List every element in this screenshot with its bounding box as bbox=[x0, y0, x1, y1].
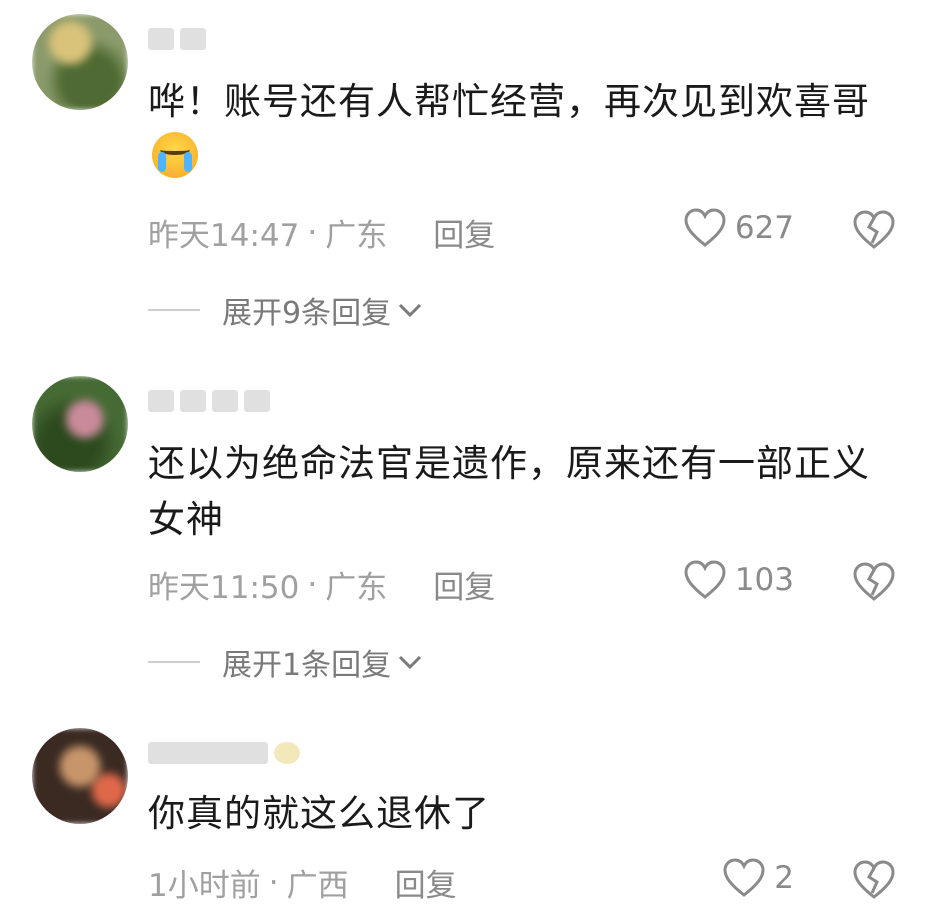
separator: · bbox=[307, 566, 318, 603]
like-count: 627 bbox=[734, 210, 794, 246]
divider-line bbox=[148, 661, 200, 663]
comment-meta: 昨天11:50 · 广东 回复 bbox=[148, 562, 495, 607]
comment-time: 昨天11:50 bbox=[148, 570, 300, 606]
reply-button[interactable]: 回复 bbox=[433, 562, 495, 607]
heart-outline-icon bbox=[723, 858, 765, 897]
crying-emoji-icon bbox=[152, 132, 198, 178]
comment-text: 还以为绝命法官是遗作，原来还有一部正义女神 bbox=[148, 442, 870, 541]
broken-heart-icon[interactable] bbox=[852, 210, 896, 250]
heart-outline-icon bbox=[684, 208, 726, 247]
chevron-down-icon bbox=[399, 303, 422, 318]
reply-button[interactable]: 回复 bbox=[395, 860, 457, 905]
comment-location: 广东 bbox=[325, 570, 388, 606]
heart-outline-icon bbox=[684, 560, 726, 599]
broken-heart-icon[interactable] bbox=[852, 860, 896, 900]
comment-text-content: 哗！账号还有人帮忙经营，再次见到欢喜哥 bbox=[148, 80, 870, 123]
expand-replies-label: 展开1条回复 bbox=[222, 648, 392, 683]
expand-replies-button[interactable]: 展开9条回复 bbox=[148, 288, 423, 332]
comment-location: 广东 bbox=[325, 218, 388, 254]
divider-line bbox=[148, 309, 200, 311]
username-blurred[interactable] bbox=[148, 22, 206, 56]
username-blurred[interactable] bbox=[148, 384, 270, 418]
comment-time: 昨天14:47 bbox=[148, 218, 300, 254]
expand-replies-button[interactable]: 展开1条回复 bbox=[148, 640, 423, 684]
expand-replies-label: 展开9条回复 bbox=[222, 296, 392, 331]
avatar[interactable] bbox=[32, 376, 128, 472]
like-count: 103 bbox=[734, 562, 794, 598]
comment-text: 哗！账号还有人帮忙经营，再次见到欢喜哥 bbox=[148, 74, 888, 186]
like-button[interactable]: 627 bbox=[683, 208, 794, 248]
avatar[interactable] bbox=[32, 728, 128, 824]
separator: · bbox=[307, 214, 318, 251]
comment-text: 你真的就这么退休了 bbox=[148, 792, 490, 835]
like-button[interactable]: 103 bbox=[683, 560, 794, 600]
comment-time: 1小时前 bbox=[148, 868, 261, 904]
like-button[interactable]: 2 bbox=[722, 858, 794, 898]
chevron-down-icon bbox=[399, 655, 422, 670]
comment-meta: 昨天14:47 · 广东 回复 bbox=[148, 210, 495, 255]
comment-meta: 1小时前 · 广西 回复 bbox=[148, 860, 457, 905]
avatar[interactable] bbox=[32, 14, 128, 110]
reply-button[interactable]: 回复 bbox=[433, 210, 495, 255]
comment-location: 广西 bbox=[286, 868, 349, 904]
separator: · bbox=[268, 864, 279, 901]
like-count: 2 bbox=[774, 860, 794, 896]
broken-heart-icon[interactable] bbox=[852, 562, 896, 602]
username-blurred[interactable] bbox=[148, 736, 300, 770]
